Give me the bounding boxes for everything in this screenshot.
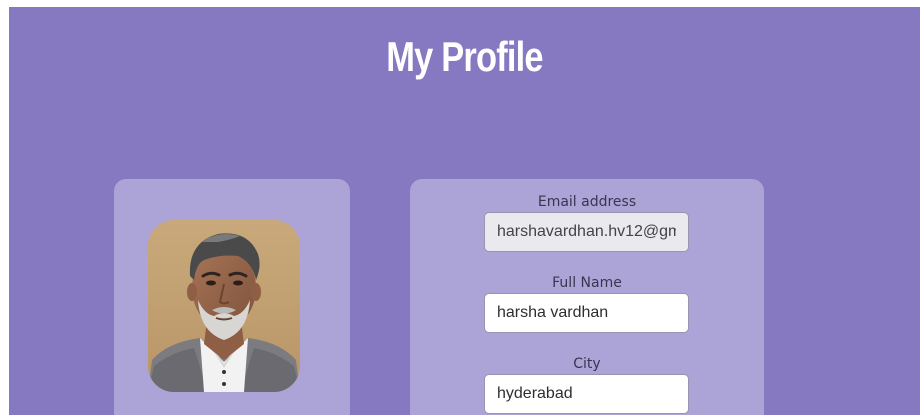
page-title: My Profile (386, 33, 543, 80)
city-field[interactable] (484, 374, 689, 414)
profile-page: My Profile Email address harshavardhan.h… (9, 7, 920, 415)
full-name-field[interactable] (484, 293, 689, 333)
profile-form-card: Email address Full Name City (410, 179, 764, 415)
full-name-label: Full Name (552, 275, 622, 291)
email-field[interactable] (484, 212, 689, 252)
avatar-card (114, 179, 350, 415)
city-label: City (573, 356, 601, 372)
profile-photo-illustration (148, 220, 300, 392)
email-label: Email address (537, 194, 637, 210)
profile-avatar (148, 220, 300, 392)
